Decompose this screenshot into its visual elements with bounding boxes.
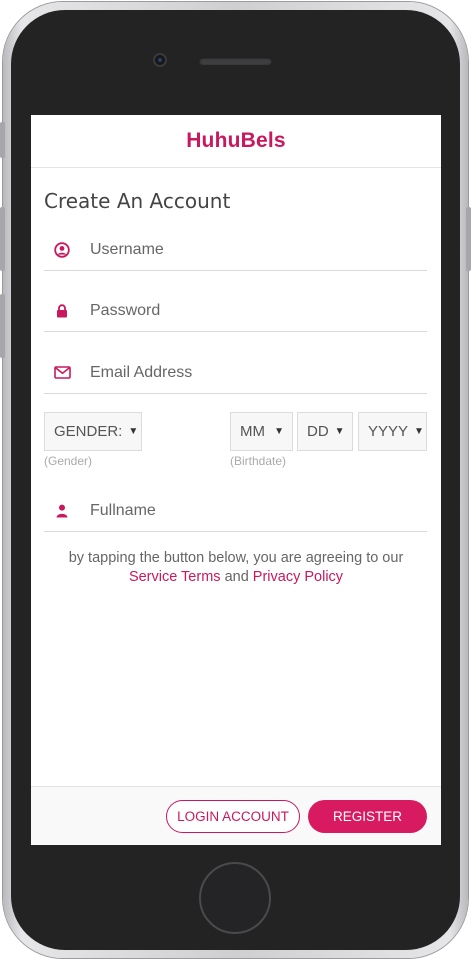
fullname-field[interactable] xyxy=(44,490,427,532)
password-input[interactable] xyxy=(90,301,410,320)
privacy-policy-link[interactable]: Privacy Policy xyxy=(253,569,343,585)
app-header: HuhuBels xyxy=(31,115,441,168)
register-button[interactable]: REGISTER xyxy=(308,800,427,833)
brand-logo-text: HuhuBels xyxy=(186,129,286,152)
login-account-button[interactable]: LOGIN ACCOUNT xyxy=(166,800,300,833)
birth-year-value: YYYY xyxy=(368,423,409,440)
birth-day-value: DD xyxy=(307,423,329,440)
earpiece-speaker xyxy=(199,57,272,65)
user-circle-icon xyxy=(44,241,80,258)
app-screen: HuhuBels Create An Account Username Emai… xyxy=(31,115,441,845)
terms-notice: by tapping the button below, you are agr… xyxy=(31,549,441,587)
terms-and-text: and xyxy=(224,569,249,585)
dropdown-caret-icon: ▼ xyxy=(414,426,424,437)
home-button[interactable] xyxy=(199,862,271,934)
username-input[interactable] xyxy=(90,240,410,259)
gender-select[interactable]: GENDER: ▼ xyxy=(44,412,142,451)
password-field[interactable] xyxy=(44,290,427,332)
birthdate-hint: (Birthdate) xyxy=(230,454,287,468)
action-footer: LOGIN ACCOUNT REGISTER xyxy=(31,786,441,845)
birth-day-select[interactable]: DD ▼ xyxy=(297,412,353,451)
volume-down-button xyxy=(0,294,5,358)
email-field[interactable] xyxy=(44,352,427,394)
terms-text: by tapping the button below, you are agr… xyxy=(68,550,404,566)
volume-up-button xyxy=(0,207,5,271)
fullname-input[interactable] xyxy=(90,501,410,520)
birth-month-value: MM xyxy=(240,423,265,440)
email-input[interactable] xyxy=(90,363,410,382)
front-camera xyxy=(153,53,167,67)
birth-month-select[interactable]: MM ▼ xyxy=(230,412,293,451)
birth-year-select[interactable]: YYYY ▼ xyxy=(358,412,427,451)
service-terms-link[interactable]: Service Terms xyxy=(129,569,221,585)
gender-select-value: GENDER: xyxy=(54,423,123,440)
username-field[interactable] xyxy=(44,229,427,271)
power-button xyxy=(466,207,471,271)
mute-switch xyxy=(0,122,5,158)
person-icon xyxy=(44,504,80,518)
page-title: Create An Account xyxy=(44,189,231,213)
gender-hint: (Gender) xyxy=(44,454,93,468)
dropdown-caret-icon: ▼ xyxy=(274,426,284,437)
dropdown-caret-icon: ▼ xyxy=(334,426,345,437)
envelope-icon xyxy=(44,366,80,379)
lock-icon xyxy=(44,303,80,318)
dropdown-caret-icon: ▼ xyxy=(128,426,139,437)
